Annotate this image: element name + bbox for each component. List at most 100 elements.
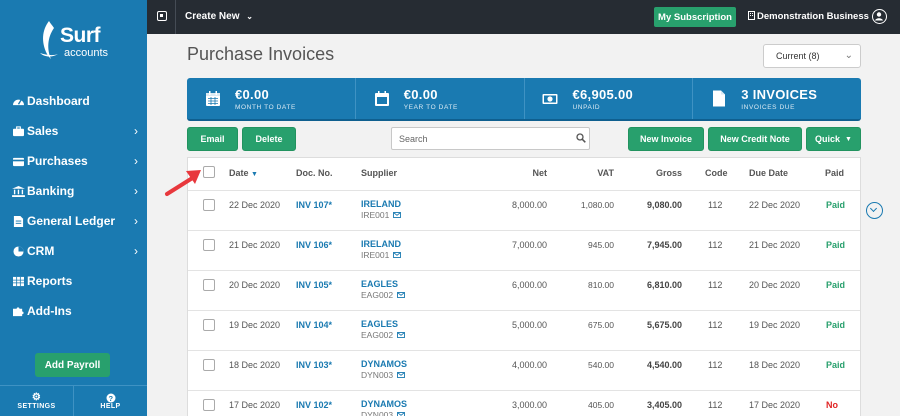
cell-net: 7,000.00 — [511, 240, 547, 250]
supplier-link[interactable]: DYNAMOS — [361, 359, 407, 369]
supplier-code: IRE001 — [361, 250, 402, 260]
column-header-code[interactable]: Code — [705, 168, 728, 178]
supplier-code: DYN003 — [361, 410, 406, 416]
period-filter-select[interactable]: Current (8) ⌄ — [763, 44, 861, 68]
table-row[interactable]: 19 Dec 2020 INV 104* EAGLES EAG002 5,000.00 6… — [188, 311, 860, 351]
surf-accounts-logo[interactable]: Surf accounts — [38, 20, 118, 62]
chevron-right-icon: › — [134, 124, 138, 138]
new-invoice-button[interactable]: New Invoice — [628, 127, 704, 151]
business-switcher[interactable]: Demonstration Business — [748, 11, 869, 22]
sidebar-item-sales[interactable]: Sales › — [0, 116, 147, 146]
add-payroll-button[interactable]: Add Payroll — [35, 353, 110, 377]
column-header-due-date[interactable]: Due Date — [749, 168, 788, 178]
sidebar-item-banking[interactable]: Banking › — [0, 176, 147, 206]
envelope-icon[interactable] — [397, 332, 406, 338]
stat-unpaid: €6,905.00 UNPAID — [523, 78, 693, 119]
quick-menu-button[interactable]: Quick ▼ — [806, 127, 861, 151]
cell-vat: 810.00 — [588, 280, 614, 290]
sidebar-item-label: Sales — [27, 124, 59, 138]
envelope-icon[interactable] — [393, 252, 402, 258]
user-avatar-icon[interactable] — [872, 9, 887, 24]
row-checkbox[interactable] — [203, 359, 215, 371]
stat-value: €0.00 — [403, 87, 438, 102]
sidebar-item-purchases[interactable]: Purchases › — [0, 146, 147, 176]
money-icon — [542, 94, 557, 104]
column-header-date[interactable]: Date ▼ — [229, 168, 258, 178]
column-header-vat[interactable]: VAT — [597, 168, 614, 178]
cell-code: 112 — [708, 280, 723, 290]
supplier-link[interactable]: DYNAMOS — [361, 399, 407, 409]
settings-button[interactable]: ⚙ SETTINGS — [0, 386, 73, 416]
supplier-code-text: EAG002 — [361, 330, 394, 340]
search-icon[interactable] — [576, 133, 586, 143]
table-row[interactable]: 21 Dec 2020 INV 106* IRELAND IRE001 7,000.00… — [188, 231, 860, 271]
email-button[interactable]: Email — [187, 127, 238, 151]
supplier-link[interactable]: IRELAND — [361, 239, 401, 249]
chevron-right-icon: › — [134, 214, 138, 228]
cell-due-date: 17 Dec 2020 — [749, 400, 801, 410]
table-row[interactable]: 22 Dec 2020 INV 107* IRELAND IRE001 8,000.00… — [188, 191, 860, 231]
envelope-icon[interactable] — [393, 212, 402, 218]
row-checkbox[interactable] — [203, 319, 215, 331]
stat-value: €6,905.00 — [572, 87, 634, 102]
sidebar-item-crm[interactable]: CRM › — [0, 236, 147, 266]
table-row[interactable]: 17 Dec 2020 INV 102* DYNAMOS DYN003 3,000.00… — [188, 391, 860, 416]
envelope-icon[interactable] — [397, 412, 406, 416]
sidebar-footer: ⚙ SETTINGS ? HELP — [0, 385, 147, 416]
cell-net: 5,000.00 — [511, 320, 547, 330]
doc-number-link[interactable]: INV 107* — [296, 200, 332, 210]
row-checkbox[interactable] — [203, 199, 215, 211]
expand-row-icon[interactable] — [866, 202, 883, 219]
sidebar-item-general-ledger[interactable]: General Ledger › — [0, 206, 147, 236]
sidebar-toggle-icon[interactable] — [157, 11, 167, 21]
column-header-doc-no[interactable]: Doc. No. — [296, 168, 333, 178]
supplier-code-text: DYN003 — [361, 370, 394, 380]
table-row[interactable]: 18 Dec 2020 INV 103* DYNAMOS DYN003 4,000.00… — [188, 351, 860, 391]
table-row[interactable]: 20 Dec 2020 INV 105* EAGLES EAG002 6,000.00 8… — [188, 271, 860, 311]
sidebar-item-dashboard[interactable]: Dashboard — [0, 86, 147, 116]
help-button[interactable]: ? HELP — [73, 386, 147, 416]
row-checkbox[interactable] — [203, 279, 215, 291]
paid-status: Paid — [826, 320, 846, 330]
column-header-net[interactable]: Net — [532, 168, 547, 178]
sidebar-item-reports[interactable]: Reports — [0, 266, 147, 296]
envelope-icon[interactable] — [397, 372, 406, 378]
brand-subtitle: accounts — [64, 47, 109, 59]
column-header-gross[interactable]: Gross — [656, 168, 682, 178]
my-subscription-button[interactable]: My Subscription — [654, 7, 736, 27]
supplier-link[interactable]: EAGLES — [361, 279, 398, 289]
cell-gross: 3,405.00 — [646, 400, 682, 410]
row-checkbox[interactable] — [203, 239, 215, 251]
doc-number-link[interactable]: INV 106* — [296, 240, 332, 250]
cell-net: 3,000.00 — [511, 400, 547, 410]
search-input[interactable] — [391, 127, 590, 150]
envelope-icon[interactable] — [397, 292, 406, 298]
chevron-right-icon: › — [134, 184, 138, 198]
delete-button[interactable]: Delete — [242, 127, 296, 151]
supplier-link[interactable]: IRELAND — [361, 199, 401, 209]
supplier-code-text: IRE001 — [361, 250, 390, 260]
cell-date: 19 Dec 2020 — [229, 320, 281, 330]
column-header-paid[interactable]: Paid — [825, 168, 844, 178]
supplier-link[interactable]: EAGLES — [361, 319, 398, 329]
sidebar-item-label: Add-Ins — [27, 304, 72, 318]
new-credit-note-button[interactable]: New Credit Note — [708, 127, 802, 151]
supplier-code: EAG002 — [361, 290, 406, 300]
cell-due-date: 21 Dec 2020 — [749, 240, 801, 250]
surf-wave-logo-icon — [40, 21, 58, 59]
stat-invoices-due: 3 INVOICES INVOICES DUE — [692, 78, 861, 119]
paid-status: No — [826, 400, 838, 410]
doc-number-link[interactable]: INV 102* — [296, 400, 332, 410]
table-header-row: Date ▼ Doc. No. Supplier Net VAT Gross C… — [188, 158, 860, 191]
row-checkbox[interactable] — [203, 399, 215, 411]
sidebar: Surf accounts Dashboard Sales › Purchase… — [0, 0, 147, 416]
doc-number-link[interactable]: INV 105* — [296, 280, 332, 290]
create-new-menu[interactable]: Create New ⌄ — [185, 11, 253, 22]
doc-number-link[interactable]: INV 104* — [296, 320, 332, 330]
doc-number-link[interactable]: INV 103* — [296, 360, 332, 370]
cell-due-date: 22 Dec 2020 — [749, 200, 801, 210]
chevron-down-icon: ⌄ — [844, 50, 853, 61]
column-header-supplier[interactable]: Supplier — [361, 168, 397, 178]
sidebar-item-add-ins[interactable]: Add-Ins — [0, 296, 147, 326]
chevron-down-icon: ⌄ — [246, 12, 253, 21]
